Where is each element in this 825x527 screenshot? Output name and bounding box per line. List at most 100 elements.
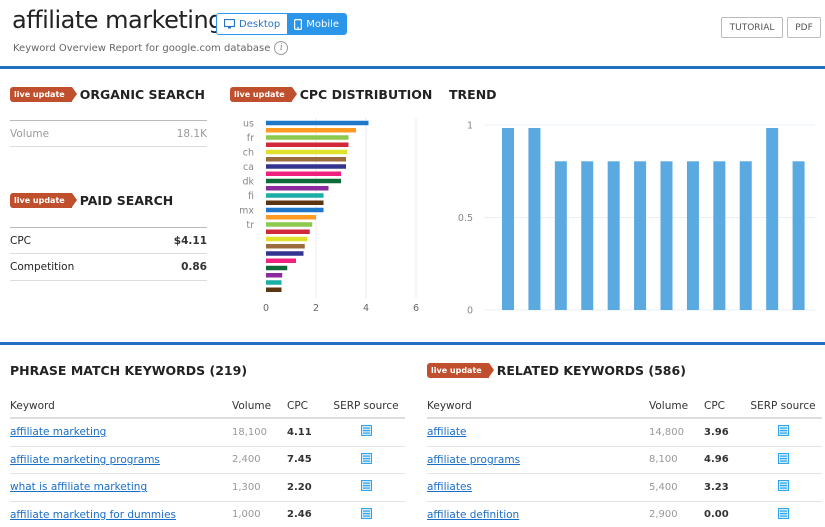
cpc-cell: 3.96 [704,426,729,438]
volume-cell: 2,900 [649,509,678,521]
trend-bar[interactable] [607,161,620,310]
country-label: mx [239,206,254,217]
table-row: affiliate programs 8,100 4.96 [427,447,822,474]
keyword-link[interactable]: affiliate programs [427,454,520,466]
organic-search-heading: live update ORGANIC SEARCH [10,87,205,102]
keyword-link[interactable]: affiliates [427,481,472,493]
keyword-link[interactable]: affiliate marketing [10,426,106,438]
trend-bar[interactable] [634,161,647,310]
cpc-bar[interactable] [266,244,305,249]
trend-bar[interactable] [713,161,726,310]
cpc-bar[interactable] [266,265,288,271]
column-header-volume[interactable]: Volume [649,400,704,412]
serp-source-icon[interactable] [777,452,789,467]
column-header-keyword[interactable]: Keyword [10,400,232,412]
trend-bar[interactable] [581,161,594,310]
report-subtitle: Keyword Overview Report for google.com d… [13,41,289,55]
serp-source-cell [744,425,822,439]
table-row: affiliate marketing programs 2,400 7.45 [10,447,405,474]
cpc-bar[interactable] [266,142,349,148]
cpc-bar[interactable] [266,120,369,126]
cpc-bar[interactable] [266,222,313,227]
trend-bar[interactable] [502,128,514,310]
column-header-cpc[interactable]: CPC [287,400,327,412]
keyword-cell: affiliate marketing for dummies [10,509,232,521]
cpc-bar[interactable] [266,149,348,155]
serp-source-icon[interactable] [777,425,789,439]
cpc-bar[interactable] [266,200,324,206]
cpc-row: CPC $4.11 [10,227,207,254]
y-tick-label: 1 [467,121,473,132]
serp-source-icon[interactable] [777,507,789,522]
trend-bar[interactable] [686,161,699,310]
y-tick-label: 0.5 [458,213,473,224]
column-header-keyword[interactable]: Keyword [427,400,649,412]
trend-bar[interactable] [792,161,805,310]
country-label: fr [247,133,254,144]
pdf-button[interactable]: PDF [787,17,821,38]
keyword-cell: affiliate [427,426,649,438]
keyword-link[interactable]: affiliate definition [427,509,519,521]
keyword-link[interactable]: what is affiliate marketing [10,481,147,493]
page-header: affiliate marketing Desktop Mobile Keywo… [0,0,825,66]
keyword-link[interactable]: affiliate marketing programs [10,454,160,466]
cpc-cell: 0.00 [704,509,729,521]
trend-bar[interactable] [766,128,779,310]
country-label: dk [242,177,254,188]
trend-bar[interactable] [554,161,567,310]
mobile-button[interactable]: Mobile [287,14,347,34]
column-header-cpc[interactable]: CPC [704,400,744,412]
column-header-volume[interactable]: Volume [232,400,287,412]
trend-bar[interactable] [660,161,673,310]
serp-source-icon[interactable] [360,507,372,522]
cpc-bar[interactable] [266,178,341,184]
subtitle-text: Keyword Overview Report for google.com d… [13,42,271,54]
cpc-cell: 2.20 [287,481,312,493]
country-label: ch [243,148,254,159]
cpc-bar[interactable] [266,164,346,169]
serp-source-icon[interactable] [777,480,789,494]
serp-source-icon[interactable] [360,425,372,439]
trend-chart: 00.51 [458,121,815,317]
organic-search-title: ORGANIC SEARCH [79,87,206,102]
info-icon[interactable]: i [274,41,289,55]
cpc-bar[interactable] [266,229,310,235]
cpc-bar[interactable] [266,207,324,213]
competition-label: Competition [10,261,75,273]
serp-source-cell [744,507,822,522]
cpc-bar[interactable] [266,236,308,242]
table-row: affiliate 14,800 3.96 [427,419,822,447]
cpc-bar[interactable] [266,186,329,191]
section-divider [0,66,825,69]
x-tick-label: 4 [363,303,369,314]
desktop-button[interactable]: Desktop [217,14,288,34]
table-header: Keyword Volume CPC SERP source [427,395,822,419]
mobile-icon [294,18,303,30]
cpc-bar[interactable] [266,258,296,264]
related-keywords-title: RELATED KEYWORDS (586) [496,363,686,378]
cpc-bar[interactable] [266,128,356,133]
volume-cell: 5,400 [649,481,678,493]
trend-bar[interactable] [528,128,541,310]
cpc-bar[interactable] [266,215,316,220]
phrase-match-heading: PHRASE MATCH KEYWORDS (219) [10,363,247,378]
cpc-bar[interactable] [266,251,304,256]
cpc-bar[interactable] [266,273,283,278]
cpc-bar[interactable] [266,287,282,293]
phrase-match-title: PHRASE MATCH KEYWORDS (219) [10,363,248,378]
trend-bar[interactable] [739,161,752,310]
keyword-cell: affiliate definition [427,509,649,521]
keyword-link[interactable]: affiliate [427,426,466,438]
cpc-bar[interactable] [266,193,324,198]
cpc-bar[interactable] [266,157,346,162]
serp-source-icon[interactable] [360,452,372,467]
desktop-label: Desktop [239,18,281,30]
column-header-serp-source[interactable]: SERP source [327,400,405,412]
cpc-bar[interactable] [266,280,282,285]
keyword-link[interactable]: affiliate marketing for dummies [10,509,176,521]
column-header-serp-source[interactable]: SERP source [744,400,822,412]
cpc-bar[interactable] [266,135,349,140]
cpc-bar[interactable] [266,171,341,177]
serp-source-icon[interactable] [360,480,372,494]
tutorial-button[interactable]: TUTORIAL [721,17,783,38]
